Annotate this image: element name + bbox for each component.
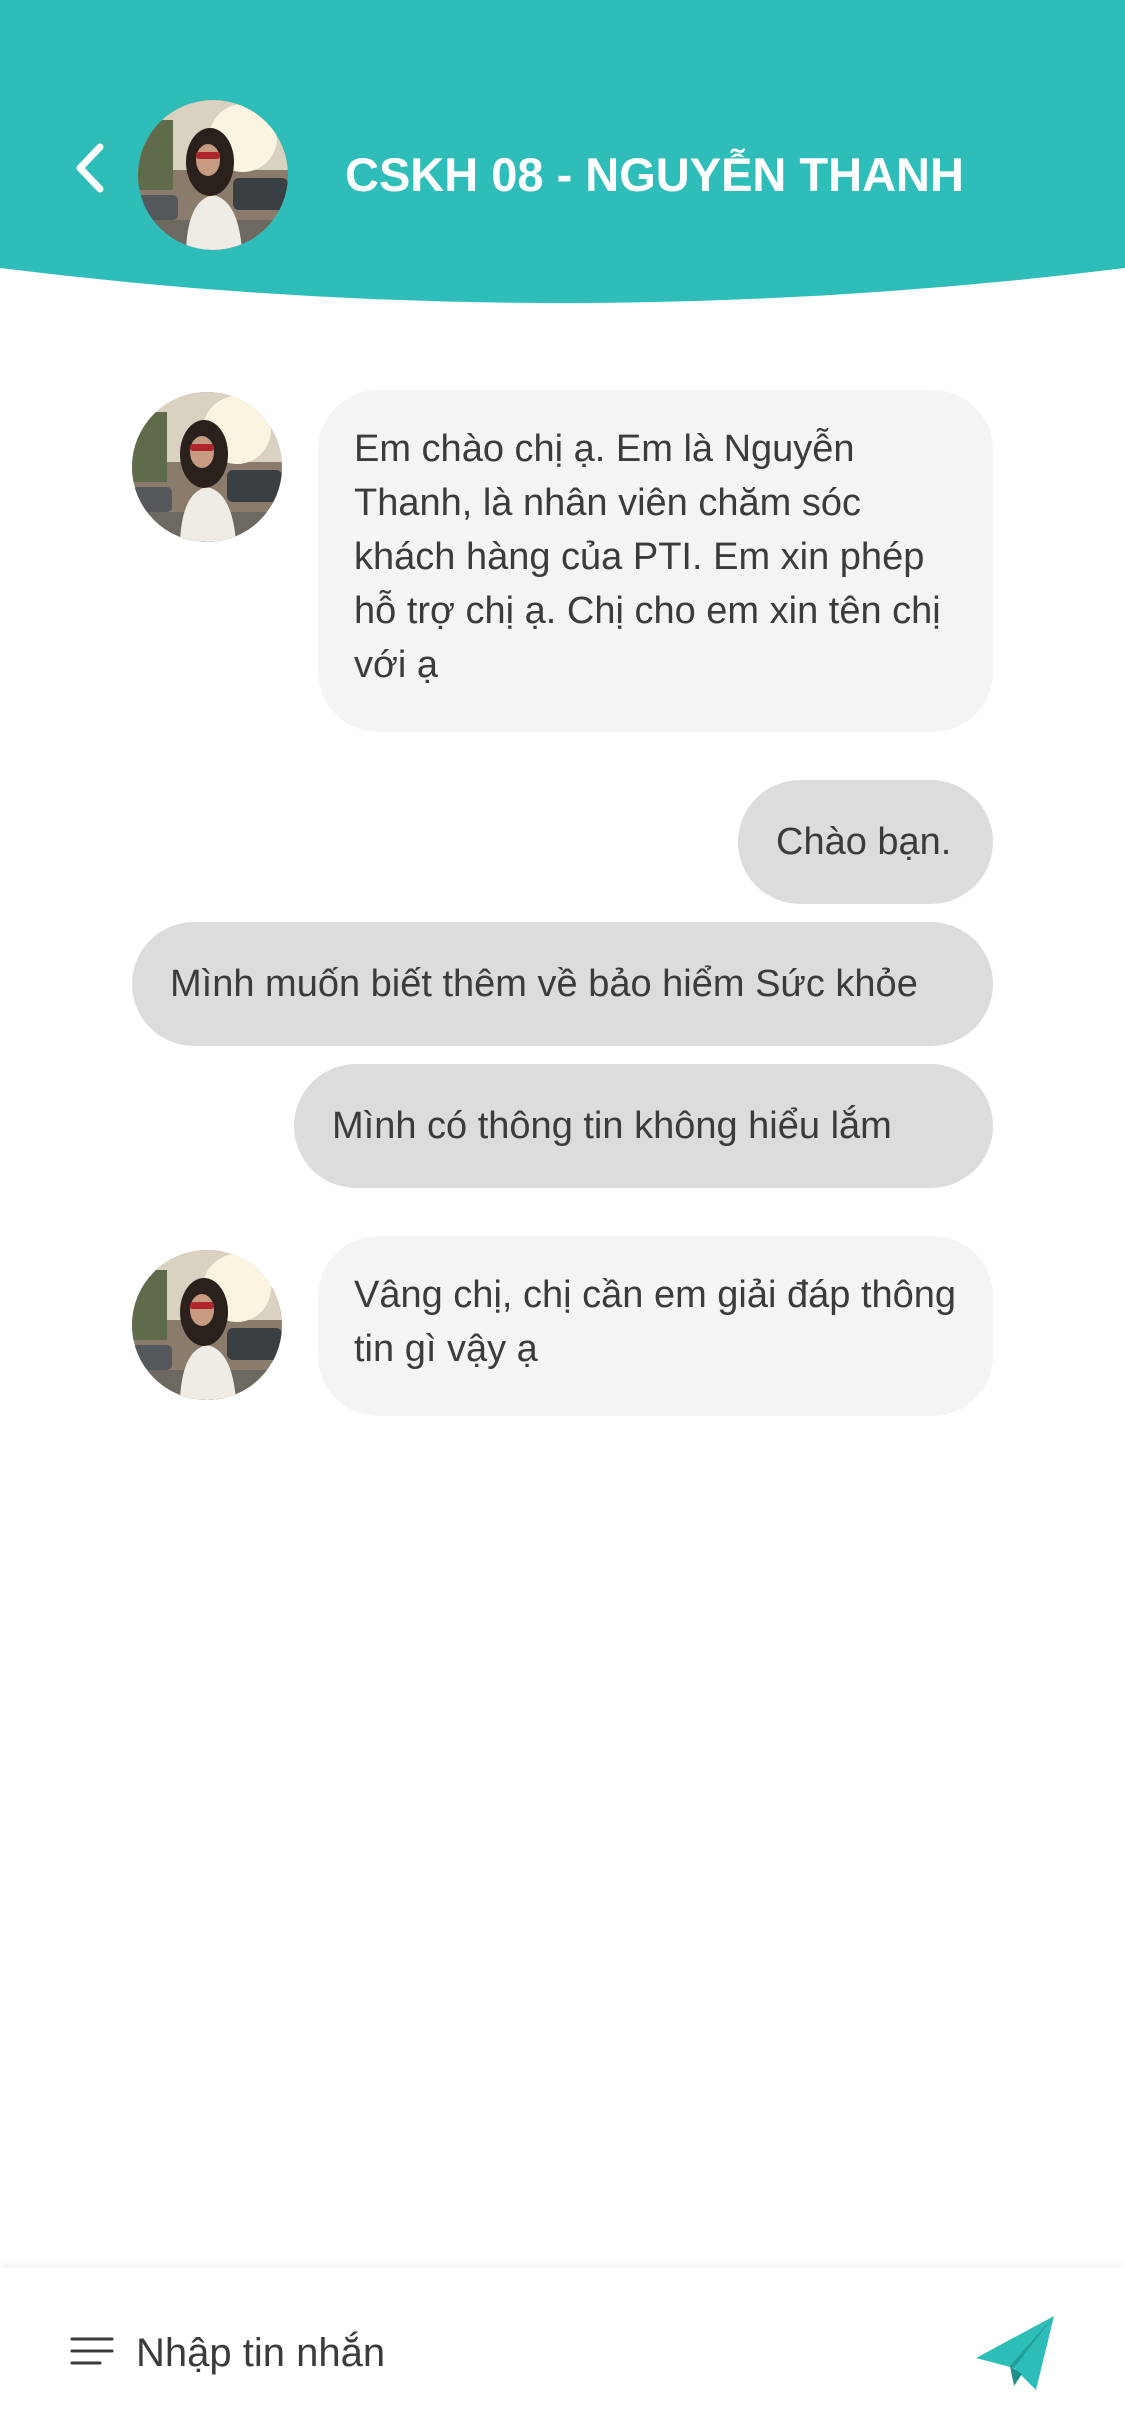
agent-avatar[interactable] bbox=[132, 1250, 282, 1400]
send-icon bbox=[976, 2316, 1054, 2390]
avatar-image bbox=[132, 1250, 282, 1400]
avatar-image bbox=[132, 392, 282, 542]
chat-header: CSKH 08 - NGUYỄN THANH bbox=[0, 0, 1125, 310]
menu-lines-icon[interactable] bbox=[70, 2334, 114, 2368]
message-bubble-incoming: Em chào chị ạ. Em là Nguyễn Thanh, là nh… bbox=[318, 390, 993, 732]
message-input[interactable] bbox=[130, 2318, 942, 2388]
chevron-left-icon bbox=[76, 143, 104, 193]
message-bubble-outgoing: Mình có thông tin không hiểu lắm bbox=[294, 1064, 993, 1188]
message-bubble-outgoing: Mình muốn biết thêm về bảo hiểm Sức khỏe bbox=[132, 922, 993, 1046]
menu-lines-graphic bbox=[70, 2337, 114, 2365]
message-composer bbox=[0, 2268, 1125, 2436]
back-button[interactable] bbox=[60, 128, 120, 208]
message-bubble-incoming: Vâng chị, chị cần em giải đáp thông tin … bbox=[318, 1236, 993, 1416]
agent-avatar[interactable] bbox=[138, 100, 288, 250]
message-bubble-outgoing: Chào bạn. bbox=[738, 780, 993, 904]
avatar-image bbox=[138, 100, 288, 250]
send-button[interactable] bbox=[970, 2308, 1060, 2398]
chat-title: CSKH 08 - NGUYỄN THANH bbox=[345, 148, 964, 201]
agent-avatar[interactable] bbox=[132, 392, 282, 542]
